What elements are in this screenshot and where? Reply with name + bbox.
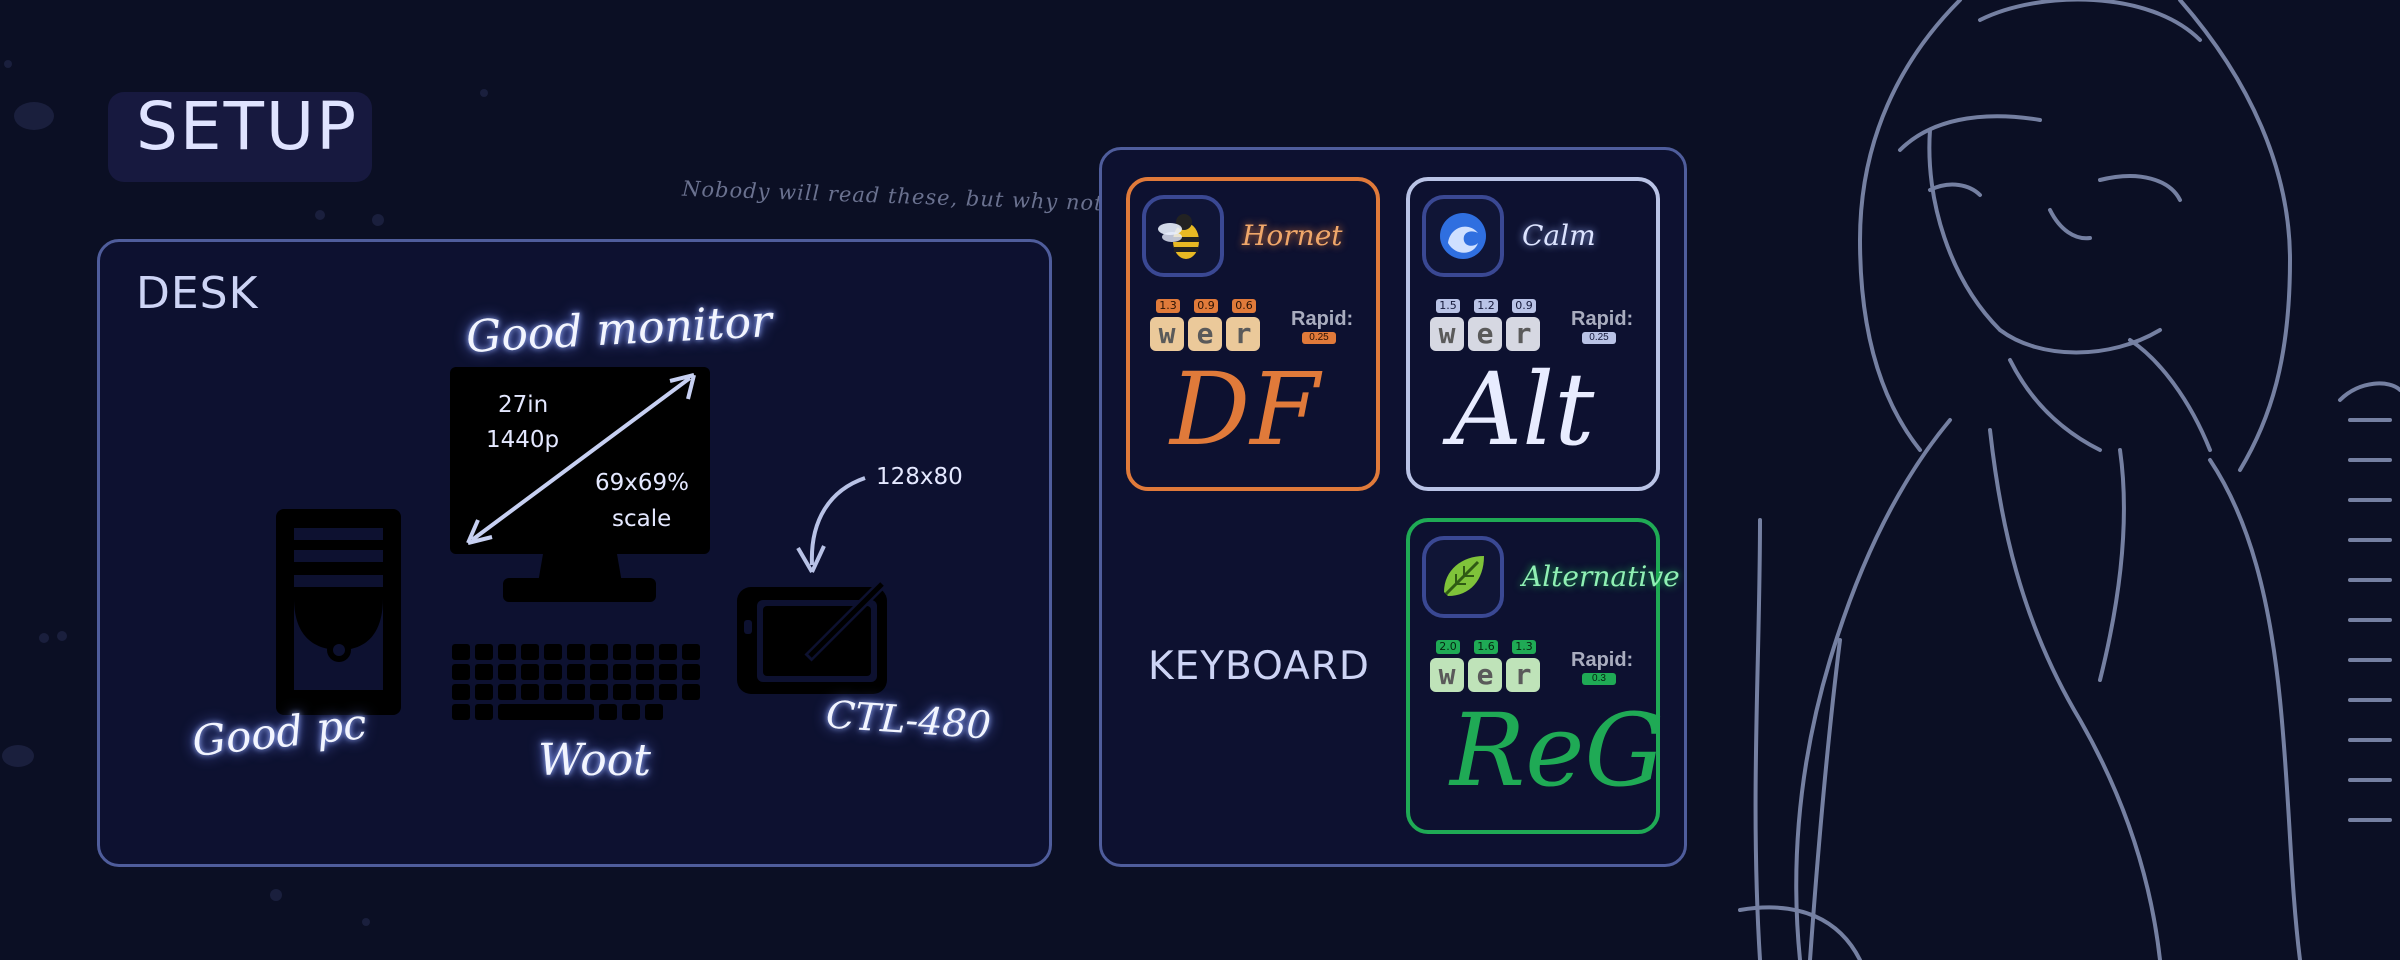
profile-card-calm[interactable]: Calm 1.5 1.2 0.9 w e r Rapid: 0.25 Alt (1406, 177, 1660, 491)
pc-tower-icon (276, 509, 401, 715)
tablet-resolution: 128x80 (876, 464, 963, 490)
profile-name: Alternative (1522, 560, 1680, 593)
key-value: 1.3 (1512, 640, 1536, 654)
rapid-label: Rapid: (1291, 308, 1354, 330)
monitor-size: 27in (498, 392, 549, 418)
key-value: 2.0 (1436, 640, 1460, 654)
monitor-scale: 69x69% (595, 470, 689, 496)
monitor-scale-word: scale (612, 506, 672, 532)
keycap-w: w (1430, 317, 1464, 351)
tablet-icon (737, 582, 887, 694)
profile-card-alternative[interactable]: Alternative 2.0 1.6 1.3 w e r Rapid: 0.3… (1406, 518, 1680, 834)
leaf-icon-graphic (1444, 556, 1484, 596)
rapid-label: Rapid: (1571, 649, 1634, 671)
keyboard-title: KEYBOARD (1148, 644, 1370, 689)
keycap-e: e (1188, 317, 1222, 351)
profile-name: Hornet (1242, 219, 1343, 252)
bee-icon (1142, 195, 1224, 277)
rapid-value: 0.25 (1302, 332, 1336, 344)
key-value: 1.6 (1474, 640, 1498, 654)
bee-icon-graphic (1158, 214, 1199, 259)
wave-icon-graphic (1440, 213, 1486, 259)
rapid-value: 0.25 (1582, 332, 1616, 344)
keycap-r: r (1506, 658, 1540, 692)
profile-card-hornet[interactable]: Hornet 1.3 0.9 0.6 w e r Rapid: 0.25 DF (1126, 177, 1380, 491)
keyboard-icon (452, 644, 700, 720)
keycap-w: w (1430, 658, 1464, 692)
key-value: 0.6 (1232, 299, 1256, 313)
profile-name: Calm (1522, 219, 1596, 252)
key-value: 1.5 (1436, 299, 1460, 313)
leaf-icon (1422, 536, 1504, 618)
keycap-r: r (1506, 317, 1540, 351)
key-value: 0.9 (1512, 299, 1536, 313)
keycap-r: r (1226, 317, 1260, 351)
keycap-e: e (1468, 317, 1502, 351)
rapid-value: 0.3 (1582, 673, 1616, 685)
signature: Alt (1450, 351, 1595, 468)
key-value: 1.2 (1474, 299, 1498, 313)
signature: DF (1170, 351, 1320, 468)
keycap-w: w (1150, 317, 1184, 351)
wave-icon (1422, 195, 1504, 277)
rapid-label: Rapid: (1571, 308, 1634, 330)
key-value: 1.3 (1156, 299, 1180, 313)
monitor-resolution: 1440p (486, 427, 560, 453)
key-value: 0.9 (1194, 299, 1218, 313)
keycap-e: e (1468, 658, 1502, 692)
signature: ReG (1450, 692, 1665, 809)
keyboard-label: Woot (538, 735, 651, 786)
